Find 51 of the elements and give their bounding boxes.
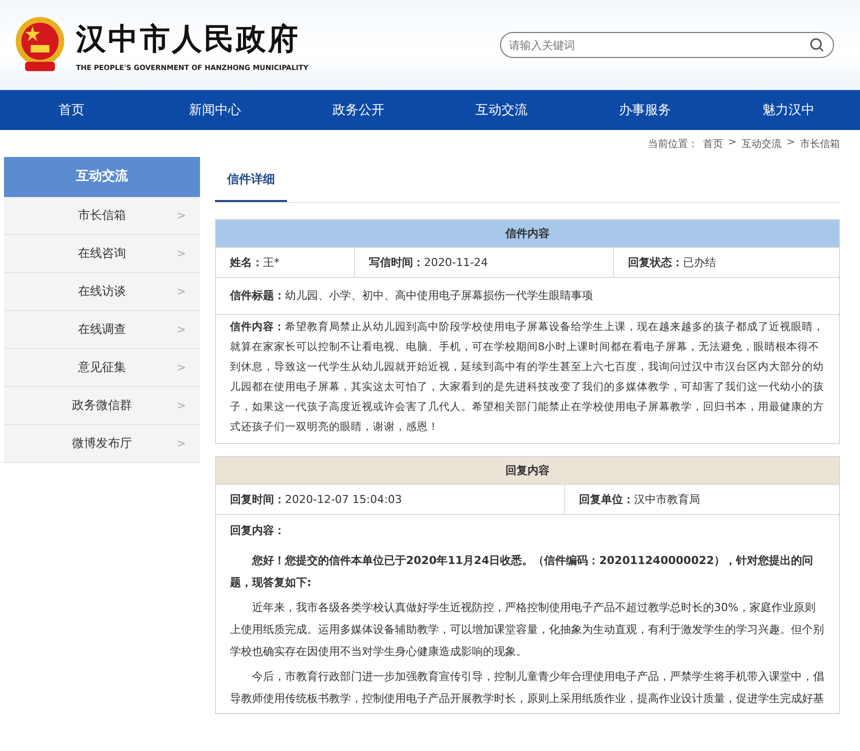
chevron-icon: >	[176, 361, 186, 374]
reply-paragraph: 今后，市教育行政部门进一步加强教育宣传引导，控制儿童青少年合理使用电子产品，严禁学生将手机带入课堂中，倡导教师使用传统板书教学，控制使用电子产品开展教学时长，原则上采用纸质作业，提高作业设计质量，促进学生完成好基	[230, 669, 825, 707]
sidebar-item[interactable]: 意见征集 >	[4, 349, 200, 387]
letter-subject: 信件标题：幼儿园、小学、初中、高中使用电子屏幕损伤一代学生眼睛事项	[228, 288, 594, 304]
section-header: 信件内容	[216, 220, 839, 247]
reply-paragraph: 近年来，我市各级各类学校认真做好学生近视防控，严格控制使用电子产品不超过教学总时长的30%，家庭作业原则上使用纸质完成。运用多媒体设备辅助教学，可以增加课堂容量，化抽象为生动直观，有利于激发学生的学习兴趣。但个别学校也确实存在因使用不当对学生身心健康造成影响的现象。	[230, 600, 825, 660]
sidebar-item[interactable]: 微博发布厅 >	[4, 425, 200, 463]
reply-paragraph: 您好！您提交的信件本单位已于2020年11月24日收悉。（信件编码：202011240000022），针对您提出的问题，现答复如下:	[230, 553, 814, 591]
sidebar-item-label: 在线咨询	[78, 245, 126, 262]
breadcrumb-separator: >	[786, 137, 795, 150]
letter-content: 信件内容：希望教育局禁止从幼儿园到高中阶段学校使用电子屏幕设备给学生上课，现在越来越多的孩子都成了近视眼睛，就算在家家长可以控制不让看电视、电脑、手机，可在学校期间8小时上课时间都在看电子屏幕，无法避免，眼睛根本得不到休息，导致这一代学生从幼儿园就开始近视，延续到高中有的学生甚至上六七百度，我询问过汉中市汉台区内大部分的幼儿园都在使用电子屏幕，其实这太可怕了，大家看到的是先进科技改变了我们的多媒体教学，可却害了我们这一代幼小的孩子，如果这一代孩子高度近视或许会害了几代人。希望相关部门能禁止在学校使用电子屏幕教学，回归书本，用最健康的方式还孩子们一双明亮的眼睛，谢谢，感恩！	[228, 320, 825, 435]
sidebar-item-label: 微博发布厅	[72, 435, 132, 452]
nav-link[interactable]: 政务公开	[298, 101, 418, 119]
breadcrumb-link[interactable]: 互动交流	[742, 137, 782, 151]
sidebar-item-label: 政务微信群	[72, 397, 132, 414]
table-cell-text: 回复时间：2020-12-07 15:04:03	[229, 492, 403, 508]
chevron-icon: >	[176, 437, 186, 450]
nav-link[interactable]: 新闻中心	[154, 101, 275, 119]
table-cell: 回复状态：已办结	[613, 248, 839, 277]
chevron-icon: >	[176, 399, 186, 412]
reply-label: 回复内容：	[230, 523, 286, 538]
nav-link[interactable]: 互动交流	[442, 101, 562, 119]
nav-link[interactable]: 魅力汉中	[728, 101, 848, 119]
sidebar-item-label: 在线调查	[78, 321, 126, 338]
chevron-icon: >	[176, 247, 186, 260]
chevron-icon: >	[176, 323, 186, 336]
sidebar-item[interactable]: 市长信箱 >	[4, 197, 200, 235]
breadcrumb-separator: >	[728, 137, 737, 150]
nav-link[interactable]: 办事服务	[584, 101, 705, 119]
sidebar-title: 互动交流	[4, 157, 200, 197]
site-title: 汉中市人民政府	[76, 20, 301, 58]
breadcrumb-link[interactable]: 首页	[703, 137, 724, 151]
chevron-icon: >	[176, 209, 186, 222]
breadcrumb-link[interactable]: 市长信箱	[800, 137, 840, 151]
section-header: 回复内容	[216, 457, 839, 484]
tab[interactable]: 信件详细	[215, 163, 287, 202]
sidebar-item-label: 市长信箱	[78, 207, 126, 224]
table-cell-text: 姓名：王*	[228, 255, 280, 271]
chevron-icon: >	[176, 285, 186, 298]
sidebar-item[interactable]: 在线访谈 >	[4, 273, 200, 311]
breadcrumb-label: 当前位置：	[648, 138, 698, 151]
search-field[interactable]: 请输入关键词	[500, 32, 834, 58]
table-cell: 写信时间：2020-11-24	[354, 248, 613, 277]
sidebar-item[interactable]: 在线调查 >	[4, 311, 200, 349]
sidebar-item[interactable]: 在线咨询 >	[4, 235, 200, 273]
sidebar-item[interactable]: 政务微信群 >	[4, 387, 200, 425]
table-cell: 回复单位：汉中市教育局	[564, 485, 839, 514]
sidebar-item-label: 在线访谈	[78, 283, 126, 300]
search-icon[interactable]	[809, 37, 825, 53]
nav-link[interactable]: 首页	[12, 101, 132, 119]
sidebar-item-label: 意见征集	[78, 359, 126, 376]
